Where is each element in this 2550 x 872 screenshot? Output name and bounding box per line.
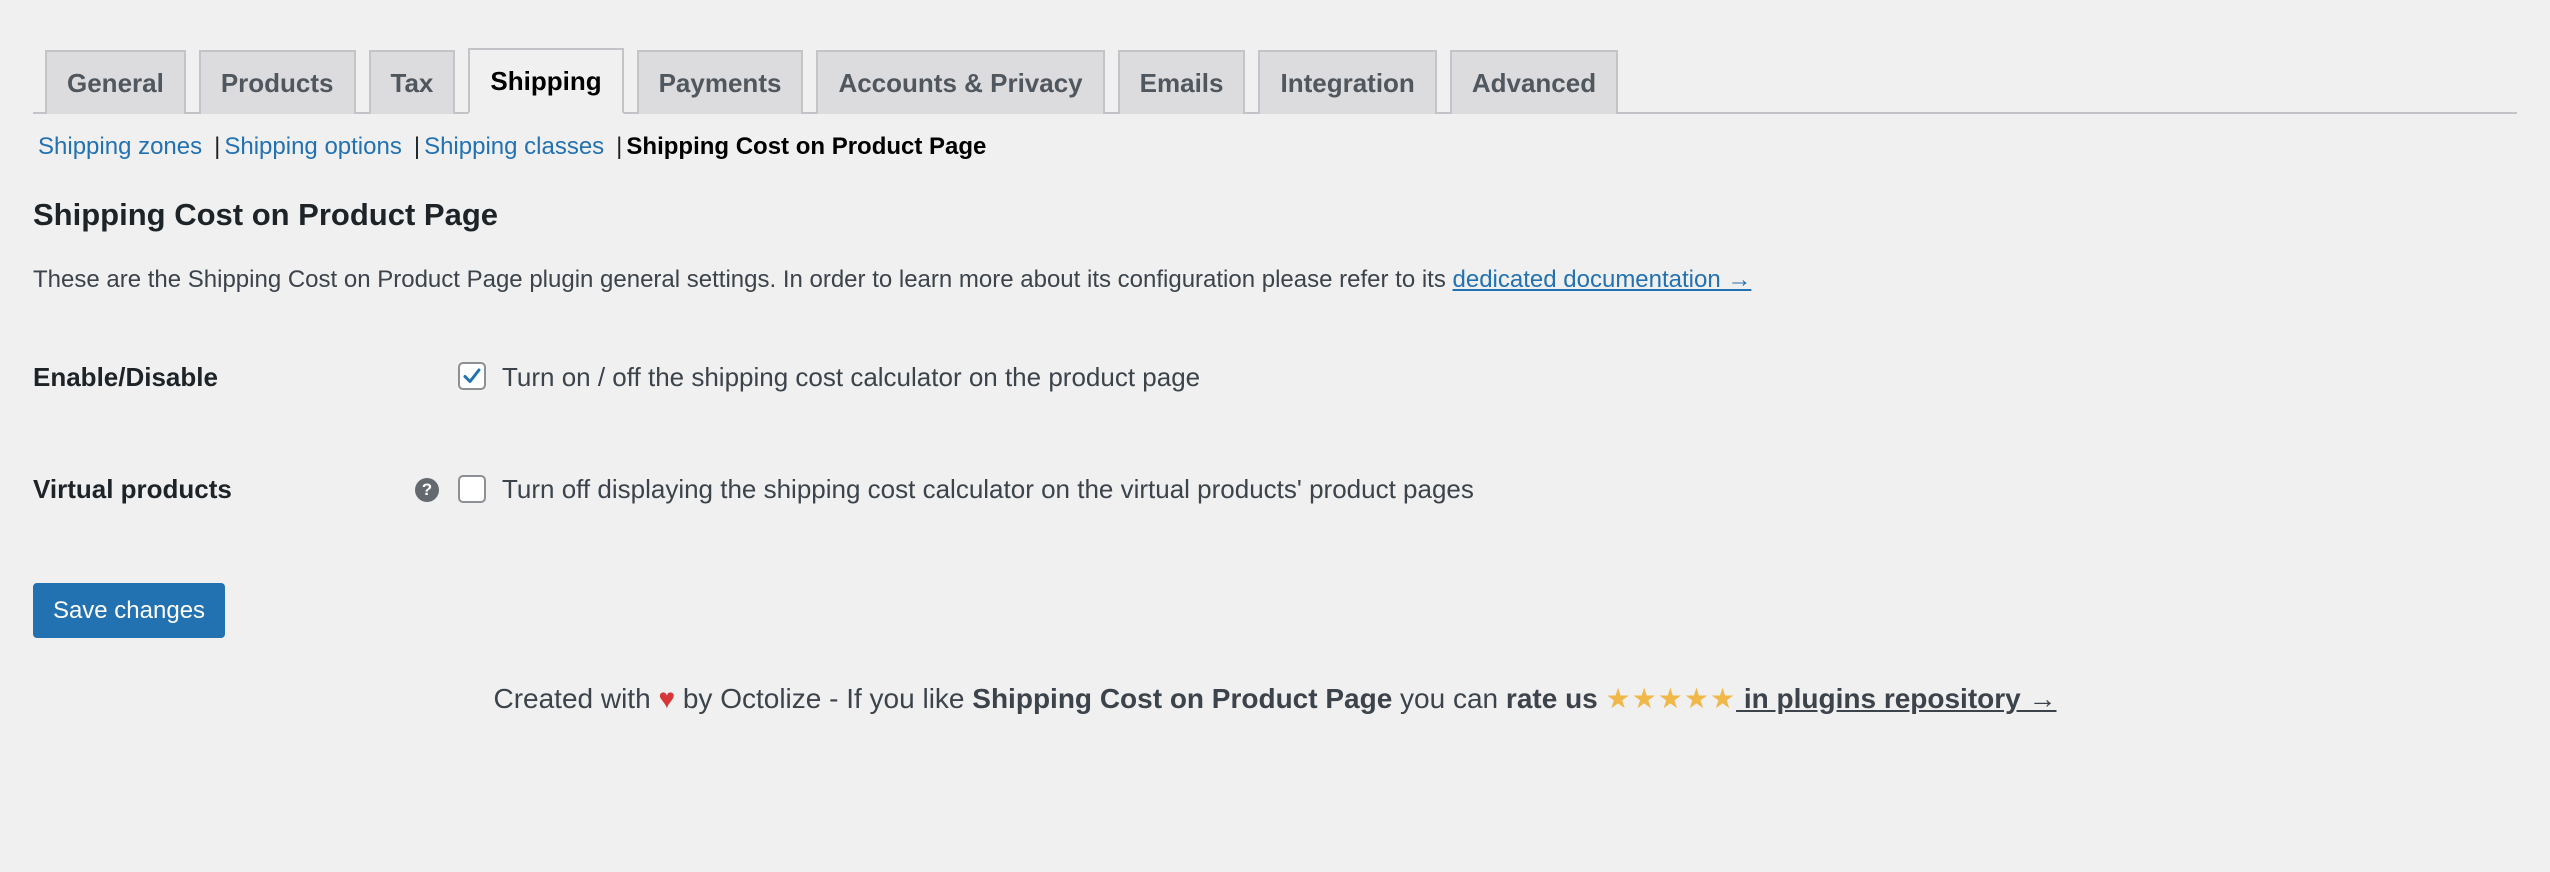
footer-rate-us: rate us [1505, 683, 1598, 714]
subnav-separator: | [616, 133, 623, 160]
virtual-products-label: Virtual products [33, 474, 232, 504]
settings-tabs: General Products Tax Shipping Payments A… [33, 48, 2517, 114]
documentation-link[interactable]: dedicated documentation → [1453, 266, 1752, 293]
tab-products[interactable]: Products [198, 50, 356, 114]
star-rating-icon: ★★★★★ [1605, 683, 1737, 714]
footer-plugin-name: Shipping Cost on Product Page [972, 683, 1393, 714]
tab-accounts-privacy[interactable]: Accounts & Privacy [816, 50, 1105, 114]
help-icon[interactable]: ? [415, 478, 439, 502]
footer-you-can: you can [1392, 683, 1506, 714]
checkmark-icon [463, 368, 481, 383]
heart-icon: ♥ [658, 683, 676, 714]
tab-payments[interactable]: Payments [636, 50, 804, 114]
plugins-repository-link[interactable]: in plugins repository → [1736, 683, 2057, 714]
subnav-shipping-classes-link[interactable]: Shipping classes [424, 133, 604, 161]
page-title: Shipping Cost on Product Page [33, 197, 498, 232]
subnav-current-item: Shipping Cost on Product Page [626, 133, 987, 160]
footer-by-text: by Octolize - If you like [675, 683, 973, 714]
plugin-footer: Created with ♥ by Octolize - If you like… [0, 682, 2550, 715]
save-changes-button[interactable]: Save changes [33, 583, 225, 638]
subnav-shipping-options-link[interactable]: Shipping options [224, 133, 401, 161]
tab-shipping[interactable]: Shipping [468, 48, 624, 114]
enable-disable-label: Enable/Disable [33, 362, 218, 392]
footer-created-with: Created with [493, 683, 651, 714]
virtual-products-checkbox[interactable] [458, 475, 486, 503]
settings-page: General Products Tax Shipping Payments A… [0, 0, 2550, 872]
tab-advanced[interactable]: Advanced [1449, 50, 1619, 114]
subnav-shipping-zones-link[interactable]: Shipping zones [38, 133, 202, 161]
intro-text: These are the Shipping Cost on Product P… [33, 266, 1453, 293]
tab-integration[interactable]: Integration [1258, 50, 1437, 114]
subnav-separator: | [214, 133, 221, 160]
enable-description: Turn on / off the shipping cost calculat… [502, 362, 1201, 392]
intro-paragraph: These are the Shipping Cost on Product P… [33, 266, 1751, 294]
tab-tax[interactable]: Tax [368, 50, 456, 114]
shipping-subnav: Shipping zones | Shipping options | Ship… [38, 130, 986, 164]
tab-general[interactable]: General [45, 50, 186, 114]
enable-checkbox[interactable] [458, 362, 486, 390]
tab-emails[interactable]: Emails [1117, 50, 1246, 114]
virtual-products-description: Turn off displaying the shipping cost ca… [502, 474, 1474, 504]
subnav-separator: | [413, 133, 421, 160]
